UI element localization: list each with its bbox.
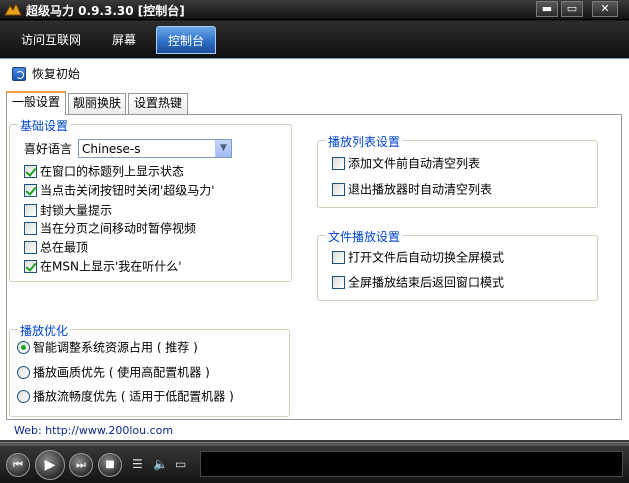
option-clear-list-on-exit[interactable]: 退出播放器时自动清空列表: [332, 181, 492, 197]
tab-screen[interactable]: 屏幕: [98, 26, 150, 54]
option-block-prompts[interactable]: 封锁大量提示: [24, 202, 112, 218]
restore-defaults-button[interactable]: 恢复初始: [12, 65, 80, 81]
screen-icon[interactable]: ▭: [175, 457, 186, 471]
option-pause-video-on-tab-switch[interactable]: 当在分页之间移动时暂停视频: [24, 220, 196, 236]
option-label: 播放流畅度优先 ( 适用于低配置机器 ): [33, 389, 234, 404]
checkbox[interactable]: [332, 276, 345, 289]
option-label: 播放画质优先 ( 使用高配置机器 ): [33, 365, 210, 380]
language-label: 喜好语言: [24, 142, 73, 156]
option-label: 打开文件后自动切换全屏模式: [348, 250, 505, 265]
option-always-on-top[interactable]: 总在最顶: [24, 239, 88, 255]
checkbox[interactable]: [24, 241, 37, 254]
option-smoothness-first[interactable]: 播放流畅度优先 ( 适用于低配置机器 ): [17, 388, 234, 404]
option-label: 当点击关闭按钮时关闭'超级马力': [40, 183, 215, 198]
file-play-settings-group: 文件播放设置 打开文件后自动切换全屏模式 全屏播放结束后返回窗口模式: [317, 228, 598, 301]
option-label: 在MSN上显示'我在听什么': [40, 259, 182, 274]
basic-settings-title: 基础设置: [18, 117, 71, 134]
basic-settings-group: 基础设置 喜好语言 Chinese-s ▼ 在窗口的标题列上显示状态 当点击关闭…: [9, 117, 292, 282]
radio[interactable]: [17, 390, 30, 403]
app-logo-icon: [4, 2, 22, 16]
tab-general-settings[interactable]: 一般设置: [6, 91, 66, 115]
option-label: 封锁大量提示: [40, 203, 113, 218]
option-smart-resource[interactable]: 智能调整系统资源占用 ( 推荐 ): [17, 339, 198, 355]
checkbox[interactable]: [24, 204, 37, 217]
option-label: 在窗口的标题列上显示状态: [40, 164, 185, 179]
restore-defaults-label: 恢复初始: [31, 67, 80, 81]
console-panel: 恢复初始 一般设置 靓丽换肤 设置热键 基础设置 喜好语言 Chinese-s …: [0, 58, 629, 440]
tab-skin[interactable]: 靓丽换肤: [68, 93, 126, 114]
playlist-settings-group: 播放列表设置 添加文件前自动清空列表 退出播放器时自动清空列表: [317, 133, 598, 208]
top-nav: 访问互联网 屏幕 控制台: [0, 21, 629, 58]
window-title: 超级马力 0.9.3.30 [控制台]: [26, 4, 185, 18]
close-button[interactable]: ✕: [592, 1, 618, 17]
option-msn-now-playing[interactable]: 在MSN上显示'我在听什么': [24, 258, 182, 274]
option-quality-first[interactable]: 播放画质优先 ( 使用高配置机器 ): [17, 364, 210, 380]
option-label: 退出播放器时自动清空列表: [348, 182, 493, 197]
option-clear-list-before-add[interactable]: 添加文件前自动清空列表: [332, 155, 480, 171]
language-select[interactable]: Chinese-s ▼: [78, 139, 232, 158]
title-bar[interactable]: 超级马力 0.9.3.30 [控制台] ▬ ▭ ✕: [0, 0, 629, 20]
radio[interactable]: [17, 366, 30, 379]
checkbox[interactable]: [24, 184, 37, 197]
info-display: [200, 451, 623, 477]
playlist-settings-title: 播放列表设置: [326, 133, 403, 150]
minimize-button[interactable]: ▬: [536, 1, 558, 17]
option-label: 智能调整系统资源占用 ( 推荐 ): [33, 340, 198, 355]
option-close-on-close-button[interactable]: 当点击关闭按钮时关闭'超级马力': [24, 182, 215, 198]
website-link[interactable]: Web: http://www.200lou.com: [14, 424, 173, 437]
option-label: 总在最顶: [40, 240, 89, 255]
chevron-down-icon[interactable]: ▼: [215, 140, 231, 157]
player-bar: ⏮ ▶ ⏭ ■ ☰ 🔈 ▭: [0, 440, 629, 483]
tab-console[interactable]: 控制台: [156, 26, 216, 54]
checkbox[interactable]: [332, 183, 345, 196]
tab-internet[interactable]: 访问互联网: [8, 26, 94, 54]
language-value: Chinese-s: [82, 142, 141, 156]
option-label: 全屏播放结束后返回窗口模式: [348, 275, 505, 290]
stop-icon[interactable]: ■: [98, 453, 122, 477]
seek-bar[interactable]: [0, 442, 629, 446]
general-settings-page: 基础设置 喜好语言 Chinese-s ▼ 在窗口的标题列上显示状态 当点击关闭…: [6, 114, 622, 420]
next-icon[interactable]: ⏭: [69, 453, 93, 477]
option-return-window-mode[interactable]: 全屏播放结束后返回窗口模式: [332, 274, 504, 290]
checkbox[interactable]: [332, 251, 345, 264]
checkbox[interactable]: [24, 260, 37, 273]
option-show-status-in-title[interactable]: 在窗口的标题列上显示状态: [24, 163, 184, 179]
volume-icon[interactable]: 🔈: [153, 457, 168, 471]
checkbox[interactable]: [332, 157, 345, 170]
previous-icon[interactable]: ⏮: [6, 453, 30, 477]
option-auto-fullscreen[interactable]: 打开文件后自动切换全屏模式: [332, 249, 504, 265]
refresh-icon: [12, 66, 26, 81]
file-play-settings-title: 文件播放设置: [326, 228, 403, 245]
language-row: 喜好语言 Chinese-s ▼: [24, 139, 232, 159]
maximize-button[interactable]: ▭: [561, 1, 583, 17]
playback-optimization-title: 播放优化: [18, 322, 71, 339]
option-label: 添加文件前自动清空列表: [348, 156, 481, 171]
checkbox[interactable]: [24, 165, 37, 178]
playlist-icon[interactable]: ☰: [132, 457, 143, 471]
playback-optimization-group: 播放优化 智能调整系统资源占用 ( 推荐 ) 播放画质优先 ( 使用高配置机器 …: [9, 322, 290, 417]
option-label: 当在分页之间移动时暂停视频: [40, 221, 197, 236]
tab-hotkeys[interactable]: 设置热键: [128, 93, 188, 114]
checkbox[interactable]: [24, 222, 37, 235]
play-icon[interactable]: ▶: [35, 450, 65, 480]
radio[interactable]: [17, 341, 30, 354]
